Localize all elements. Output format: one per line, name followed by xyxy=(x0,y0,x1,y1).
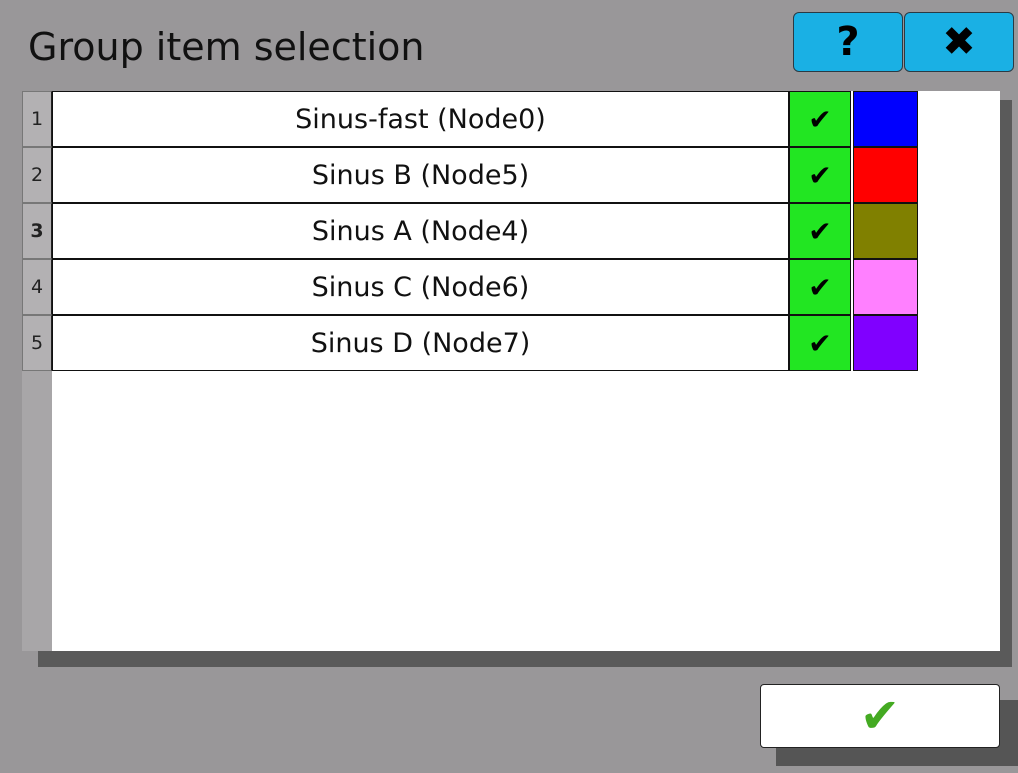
row-index[interactable]: 1 xyxy=(22,91,52,147)
enable-checkbox[interactable]: ✔ xyxy=(789,259,851,315)
dialog-title: Group item selection xyxy=(28,25,425,69)
group-item-selection-dialog: Group item selection ? ✖ 1 Sinus-fast (N… xyxy=(0,0,1018,773)
item-label[interactable]: Sinus A (Node4) xyxy=(52,203,789,259)
color-swatch[interactable] xyxy=(853,203,918,259)
color-swatch[interactable] xyxy=(853,259,918,315)
enable-checkbox[interactable]: ✔ xyxy=(789,315,851,371)
row-index[interactable]: 2 xyxy=(22,147,52,203)
check-icon: ✔ xyxy=(808,158,832,192)
color-swatch[interactable] xyxy=(853,91,918,147)
row-index[interactable]: 3 xyxy=(22,203,52,259)
help-icon: ? xyxy=(836,19,860,65)
list-item[interactable]: Sinus B (Node5) ✔ xyxy=(52,147,918,203)
check-icon: ✔ xyxy=(808,214,832,248)
enable-checkbox[interactable]: ✔ xyxy=(789,147,851,203)
color-swatch[interactable] xyxy=(853,315,918,371)
item-label[interactable]: Sinus-fast (Node0) xyxy=(52,91,789,147)
row-index[interactable]: 5 xyxy=(22,315,52,371)
row-index[interactable]: 4 xyxy=(22,259,52,315)
close-button[interactable]: ✖ xyxy=(904,12,1014,72)
enable-checkbox[interactable]: ✔ xyxy=(789,91,851,147)
item-label[interactable]: Sinus D (Node7) xyxy=(52,315,789,371)
help-button[interactable]: ? xyxy=(793,12,903,72)
item-label[interactable]: Sinus C (Node6) xyxy=(52,259,789,315)
enable-checkbox[interactable]: ✔ xyxy=(789,203,851,259)
list-item[interactable]: Sinus C (Node6) ✔ xyxy=(52,259,918,315)
check-icon: ✔ xyxy=(808,326,832,360)
confirm-check-icon: ✔ xyxy=(859,688,901,744)
list-item[interactable]: Sinus-fast (Node0) ✔ xyxy=(52,91,918,147)
check-icon: ✔ xyxy=(808,102,832,136)
close-icon: ✖ xyxy=(942,19,976,65)
ok-button[interactable]: ✔ xyxy=(760,684,1000,748)
list-item[interactable]: Sinus D (Node7) ✔ xyxy=(52,315,918,371)
color-swatch[interactable] xyxy=(853,147,918,203)
list-item[interactable]: Sinus A (Node4) ✔ xyxy=(52,203,918,259)
item-label[interactable]: Sinus B (Node5) xyxy=(52,147,789,203)
check-icon: ✔ xyxy=(808,270,832,304)
